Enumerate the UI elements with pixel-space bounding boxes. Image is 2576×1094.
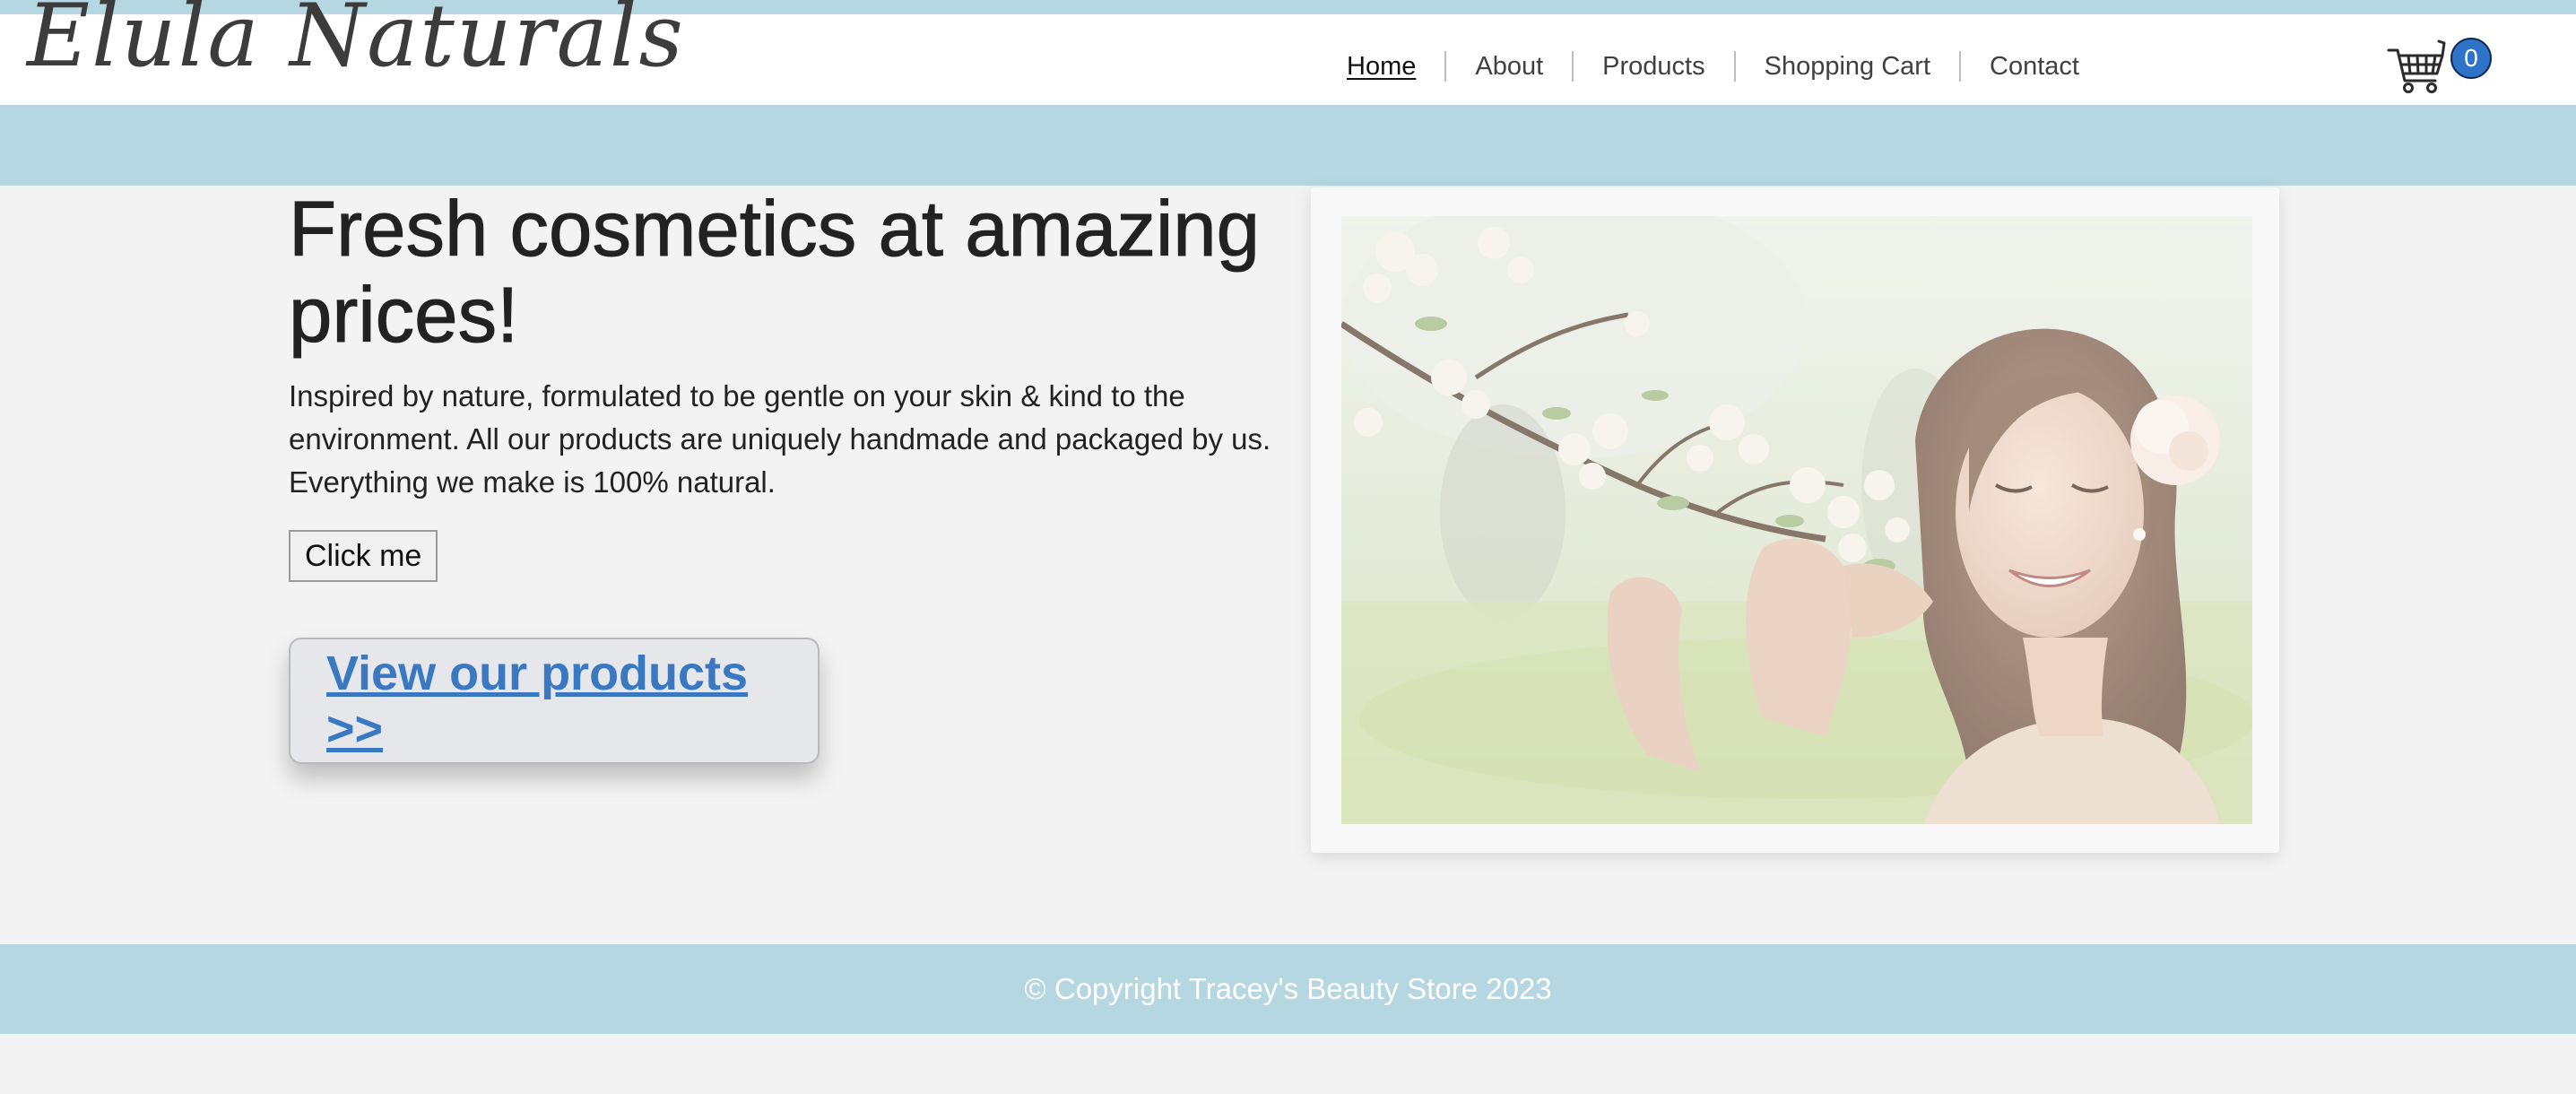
hero-image-frame bbox=[1311, 187, 2279, 853]
nav-products-link[interactable]: Products bbox=[1574, 50, 1733, 82]
footer-copyright: © Copyright Tracey's Beauty Store 2023 bbox=[1024, 972, 1552, 1005]
nav-shopping-cart-link[interactable]: Shopping Cart bbox=[1736, 50, 1959, 82]
cart-count-badge[interactable]: 0 bbox=[2450, 38, 2492, 79]
click-me-button[interactable]: Click me bbox=[289, 530, 438, 582]
nav-about-link[interactable]: About bbox=[1446, 50, 1572, 82]
view-products-card[interactable]: View our products >> bbox=[289, 638, 820, 764]
main-nav: Home About Products Shopping Cart Contac… bbox=[1318, 50, 2108, 82]
hero-title: Fresh cosmetics at amazing prices! bbox=[289, 186, 1261, 359]
hero-banner-strip bbox=[0, 105, 2576, 186]
shopping-cart-icon[interactable] bbox=[2385, 36, 2446, 97]
site-header: Elula Naturals Home About Products Shopp… bbox=[0, 0, 2576, 105]
nav-home-link[interactable]: Home bbox=[1318, 50, 1444, 82]
hero-photo bbox=[1341, 216, 2252, 824]
view-products-link[interactable]: View our products >> bbox=[326, 646, 818, 757]
hero-description: Inspired by nature, formulated to be gen… bbox=[289, 379, 1271, 499]
site-logo[interactable]: Elula Naturals bbox=[27, 0, 685, 84]
nav-contact-link[interactable]: Contact bbox=[1961, 50, 2108, 82]
site-footer: © Copyright Tracey's Beauty Store 2023 bbox=[0, 944, 2576, 1034]
